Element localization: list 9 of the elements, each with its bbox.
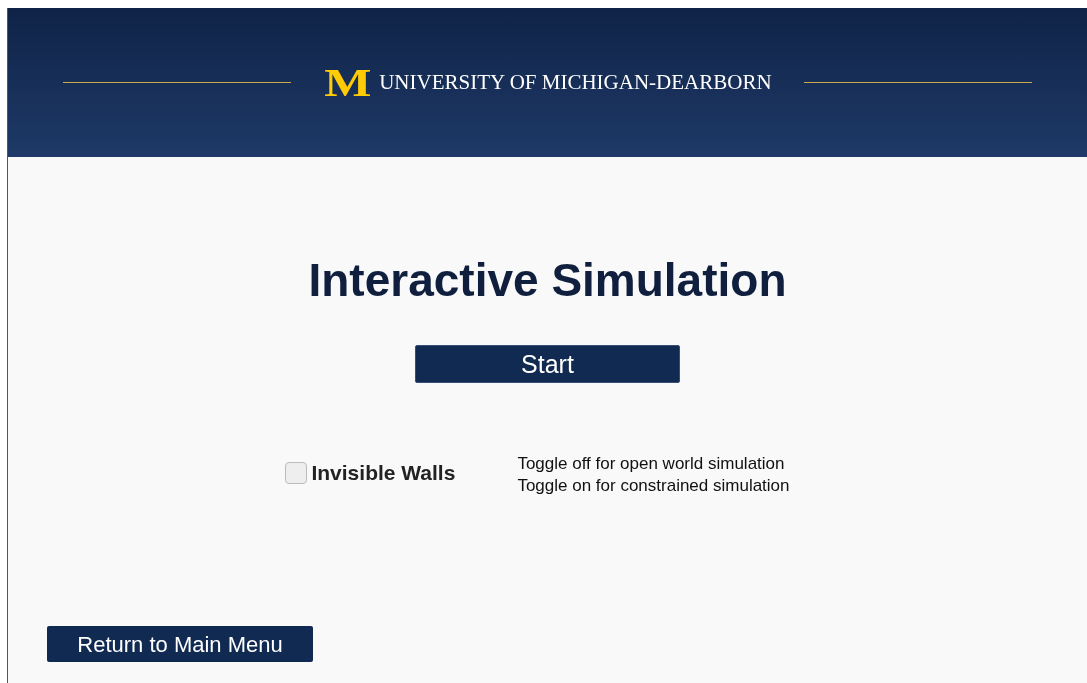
invisible-walls-label: Invisible Walls — [311, 460, 456, 486]
university-name: UNIVERSITY OF MICHIGAN-DEARBORN — [379, 68, 772, 96]
invisible-walls-checkbox[interactable] — [285, 461, 308, 484]
start-button[interactable]: Start — [415, 345, 680, 383]
return-to-main-menu-button[interactable]: Return to Main Menu — [47, 626, 313, 662]
page-title: Interactive Simulation — [308, 257, 787, 303]
toggle-note: Toggle off for open world simulation — [517, 453, 786, 475]
toggle-note: Toggle on for constrained simulation — [517, 475, 790, 497]
university-logo: M — [323, 62, 373, 103]
